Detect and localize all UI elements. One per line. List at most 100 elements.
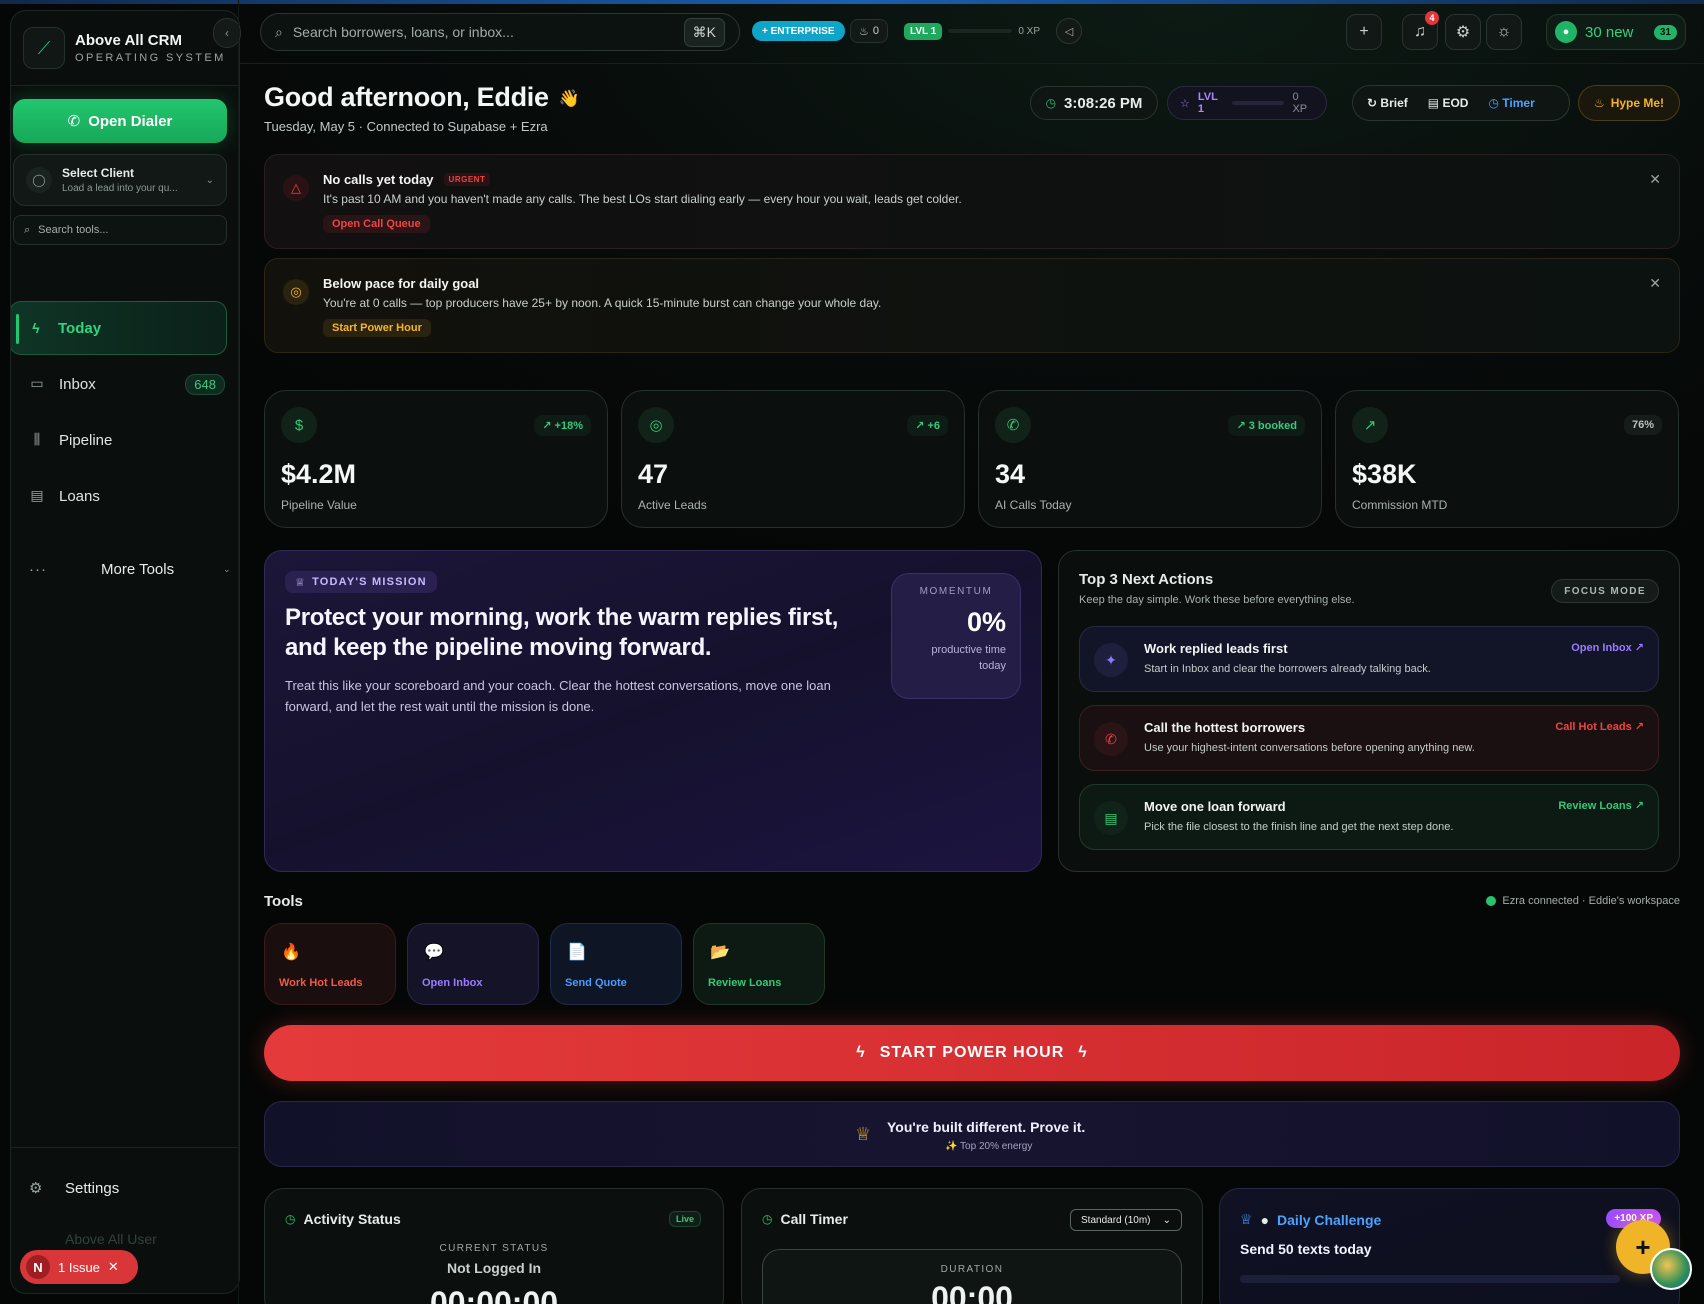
select-client-title: Select Client [62, 166, 135, 180]
sun-icon: ☼ [1496, 23, 1512, 40]
gear-icon: ⚙ [29, 1180, 43, 1197]
duration-value: 00:00 [931, 1280, 1013, 1304]
next-action-item[interactable]: ▤ Move one loan forward Pick the file cl… [1079, 784, 1659, 850]
call-timer-title: Call Timer [780, 1211, 848, 1227]
close-icon[interactable]: ✕ [1649, 275, 1661, 292]
next-action-desc: Start in Inbox and clear the borrowers a… [1144, 663, 1431, 675]
top-bar: ⌕ Search borrowers, loans, or inbox... ⌘… [240, 0, 1704, 64]
search-tools-input[interactable]: ⌕ Search tools... [13, 215, 227, 245]
streak-count: 0 [872, 25, 879, 37]
close-icon[interactable]: ✕ [1649, 171, 1661, 188]
star-icon: ☆ [1180, 97, 1190, 110]
phone-icon: ✆ [995, 407, 1031, 443]
review-loans-link[interactable]: Review Loans ↗ [1558, 799, 1644, 812]
brand-title: Above All CRM [75, 32, 182, 49]
level-xp: 0 XP [1292, 91, 1308, 115]
main-divider [238, 0, 239, 1304]
next-actions-subtitle: Keep the day simple. Work these before e… [1079, 594, 1355, 606]
sparkle-icon: ✦ [1094, 643, 1128, 677]
start-power-hour-button[interactable]: ϟ START POWER HOUR ϟ [264, 1025, 1680, 1081]
greeting: Good afternoon, Eddie 👋 Tuesday, May 5 · … [264, 82, 580, 134]
settings-button[interactable]: ⚙ [1445, 14, 1481, 50]
speech-bubble-icon: 💬 [424, 944, 444, 961]
stat-delta: ↗ +6 [907, 415, 948, 436]
timer-button[interactable]: ◷ Timer [1488, 96, 1534, 110]
more-tools-toggle[interactable]: ··· More Tools ⌄ [11, 551, 239, 587]
clock-icon: ◷ [1488, 96, 1499, 110]
call-timer-card: ◷ Call Timer Standard (10m) ⌄ DURATION 0… [741, 1188, 1203, 1304]
folder-icon: 📂 [710, 944, 730, 961]
next-action-item[interactable]: ✆ Call the hottest borrowers Use your hi… [1079, 705, 1659, 771]
ezra-status-text: Ezra connected · Eddie's workspace [1502, 895, 1680, 907]
stopwatch-icon: ◷ [762, 1212, 773, 1226]
activity-status-card: ◷ Activity Status Live CURRENT STATUS No… [264, 1188, 724, 1304]
sidebar-item-pipeline[interactable]: ⫼ Pipeline [11, 413, 239, 467]
new-leads-label: 30 new [1585, 23, 1634, 41]
hype-label: Hype Me! [1610, 96, 1665, 110]
sidebar-item-loans[interactable]: ▤ Loans [11, 469, 239, 523]
tool-label: Open Inbox [422, 977, 483, 989]
next-action-item[interactable]: ✦ Work replied leads first Start in Inbo… [1079, 626, 1659, 692]
trending-up-icon: ↗ [1352, 407, 1388, 443]
phone-icon: ✆ [1094, 722, 1128, 756]
tool-send-quote[interactable]: 📄 Send Quote [550, 923, 682, 1005]
stat-card[interactable]: ✆ ↗ 3 booked 34 AI Calls Today [978, 390, 1322, 528]
tool-open-inbox[interactable]: 💬 Open Inbox [407, 923, 539, 1005]
level-progress-bar [1232, 101, 1285, 105]
tool-review-loans[interactable]: 📂 Review Loans [693, 923, 825, 1005]
more-dots-icon: ··· [29, 560, 47, 578]
focus-mode-button[interactable]: FOCUS MODE [1551, 579, 1659, 603]
plus-icon: + [1635, 1231, 1651, 1262]
mission-tag-label: TODAY'S MISSION [312, 576, 427, 588]
new-leads-chip[interactable]: ● 30 new 31 [1546, 14, 1686, 50]
brief-button[interactable]: ↻ Brief [1367, 96, 1408, 110]
motivation-title: You're built different. Prove it. [887, 1119, 1086, 1135]
sidebar: ⟋ Above All CRM OPERATING SYSTEM ✆ Open … [10, 10, 240, 1294]
stat-value: $4.2M [281, 459, 357, 489]
level-badge: LVL 1 [904, 22, 943, 40]
trophy-icon: ♕ [855, 1124, 872, 1144]
open-dialer-button[interactable]: ✆ Open Dialer [13, 99, 227, 143]
alert-message: You're at 0 calls — top producers have 2… [323, 296, 882, 310]
notifications-button[interactable]: ♫ 4 [1402, 11, 1439, 50]
duration-label: DURATION [940, 1264, 1004, 1275]
chevron-down-icon: ⌄ [223, 563, 231, 574]
call-hot-leads-link[interactable]: Call Hot Leads ↗ [1555, 720, 1644, 733]
sidebar-item-label: Pipeline [59, 431, 113, 449]
start-power-hour-link[interactable]: Start Power Hour [323, 319, 431, 337]
quick-actions: ↻ Brief ▤ EOD ◷ Timer [1352, 85, 1570, 121]
eod-button[interactable]: ▤ EOD [1428, 96, 1469, 110]
plus-icon: + [1359, 23, 1369, 40]
open-inbox-link[interactable]: Open Inbox ↗ [1571, 641, 1644, 654]
greeting-title: Good afternoon, Eddie [264, 82, 549, 112]
stat-card[interactable]: $ ↗ +18% $4.2M Pipeline Value [264, 390, 608, 528]
issue-indicator[interactable]: N 1 Issue ✕ [20, 1250, 138, 1284]
stat-label: Pipeline Value [281, 498, 357, 512]
alert-message: It's past 10 AM and you haven't made any… [323, 192, 962, 206]
shortcut-hint: ⌘K [683, 17, 725, 47]
open-call-queue-button[interactable]: Open Call Queue [323, 215, 430, 233]
assistant-avatar[interactable] [1650, 1248, 1692, 1290]
close-icon[interactable]: ✕ [108, 1259, 119, 1275]
timer-mode-select[interactable]: Standard (10m) ⌄ [1070, 1209, 1182, 1231]
alert-title: No calls yet today URGENT [323, 172, 491, 187]
tool-work-hot-leads[interactable]: 🔥 Work Hot Leads [264, 923, 396, 1005]
alert-title: Below pace for daily goal [323, 276, 479, 291]
stat-label: Commission MTD [1352, 498, 1448, 512]
target-icon: ◎ [638, 407, 674, 443]
global-search-input[interactable]: ⌕ Search borrowers, loans, or inbox... ⌘… [260, 13, 740, 51]
hype-me-button[interactable]: ♨ Hype Me! [1578, 85, 1680, 121]
stat-card[interactable]: ◎ ↗ +6 47 Active Leads [621, 390, 965, 528]
theme-toggle-button[interactable]: ☼ [1486, 14, 1522, 50]
stat-card[interactable]: ↗ 76% $38K Commission MTD [1335, 390, 1679, 528]
mission-headline: Protect your morning, work the warm repl… [285, 604, 839, 661]
duration-display: DURATION 00:00 [762, 1249, 1182, 1304]
user-name: Above All User [65, 1231, 157, 1247]
select-client-dropdown[interactable]: ◯ Select Client Load a lead into your qu… [13, 154, 227, 206]
sidebar-item-settings[interactable]: ⚙ Settings [11, 1171, 239, 1205]
sidebar-item-inbox[interactable]: ▭ Inbox 648 [11, 357, 239, 411]
collapse-sidebar-button[interactable]: ‹ [213, 18, 241, 48]
sound-toggle-button[interactable]: ◁ [1056, 18, 1082, 44]
add-button[interactable]: + [1346, 14, 1382, 50]
sidebar-item-today[interactable]: ϟ Today [11, 301, 227, 355]
